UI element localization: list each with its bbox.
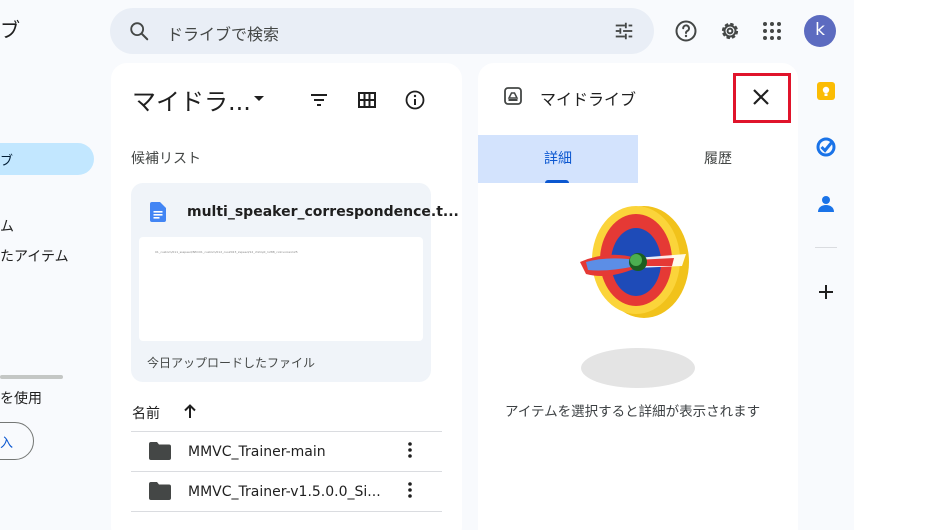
file-name: MMVC_Trainer-v1.5.0.0_Si... [188, 484, 381, 500]
tab-details-label: 詳細 [544, 151, 572, 167]
sidebar-item-recent[interactable]: たアイテム [0, 246, 69, 266]
drive-icon [504, 87, 522, 109]
chevron-down-icon[interactable] [254, 96, 264, 101]
file-row[interactable]: MMVC_Trainer-main [131, 432, 442, 472]
storage-bar [0, 375, 63, 379]
suggestion-reason: 今日アップロードしたファイル [147, 356, 316, 370]
apps-icon[interactable] [758, 17, 786, 45]
empty-state-message: アイテムを選択すると詳細が表示されます [505, 404, 761, 420]
info-icon[interactable] [403, 88, 427, 112]
suggested-file-card[interactable]: multi_speaker_correspondence.t... 01_cus… [131, 183, 459, 382]
illustration-shadow [581, 348, 695, 388]
help-icon[interactable] [672, 17, 700, 45]
tab-details[interactable]: 詳細 [478, 135, 638, 183]
contacts-icon[interactable] [814, 192, 838, 216]
grid-view-icon[interactable] [355, 88, 379, 112]
search-input[interactable]: ドライブで検索 [167, 21, 279, 45]
details-tabs: 詳細 履歴 [478, 135, 798, 183]
active-tab-indicator [545, 180, 569, 183]
sidebar-active-item[interactable] [0, 143, 94, 175]
storage-label: を使用 [0, 391, 42, 407]
filter-icon[interactable] [307, 88, 331, 112]
tab-activity[interactable]: 履歴 [638, 135, 798, 183]
tasks-icon[interactable] [814, 135, 838, 159]
column-header-name[interactable]: 名前 [132, 403, 160, 423]
sidebar-active-label: ブ [0, 154, 14, 169]
more-vert-icon[interactable] [407, 480, 413, 504]
details-title: マイドライブ [540, 90, 637, 109]
buy-storage-label: 入 [0, 436, 14, 451]
file-row[interactable]: MMVC_Trainer-v1.5.0.0_Si... [131, 472, 442, 512]
file-name: MMVC_Trainer-main [188, 444, 326, 460]
close-icon[interactable] [751, 87, 771, 111]
folder-icon [149, 482, 171, 504]
window-edge [854, 0, 938, 530]
folder-icon [149, 442, 171, 464]
file-preview-thumbnail: 01_custom/011_ssspeed/Nfm01_custom/012_c… [139, 237, 423, 341]
suggested-label: 候補リスト [131, 151, 201, 167]
divider [131, 511, 442, 512]
arrow-up-icon[interactable] [183, 403, 197, 423]
google-docs-icon [150, 202, 166, 226]
account-avatar[interactable]: k [804, 15, 836, 47]
search-icon[interactable] [128, 20, 150, 46]
divider [815, 247, 837, 248]
sidebar-title-fragment: ブ [0, 18, 20, 42]
more-vert-icon[interactable] [407, 440, 413, 464]
settings-icon[interactable] [716, 17, 744, 45]
preview-text: 01_custom/011_ssspeed/Nfm01_custom/012_c… [155, 250, 298, 254]
suggested-file-name: multi_speaker_correspondence.t... [187, 204, 459, 220]
page-title[interactable]: マイドラ... [132, 82, 251, 117]
tune-icon[interactable] [613, 20, 635, 46]
add-icon[interactable] [814, 280, 838, 304]
search-bar[interactable]: ドライブで検索 [110, 8, 654, 54]
empty-state-illustration [578, 202, 698, 326]
tab-activity-label: 履歴 [704, 151, 732, 167]
sidebar-item-fragment[interactable]: ム [0, 216, 14, 236]
keep-icon[interactable] [814, 79, 838, 103]
